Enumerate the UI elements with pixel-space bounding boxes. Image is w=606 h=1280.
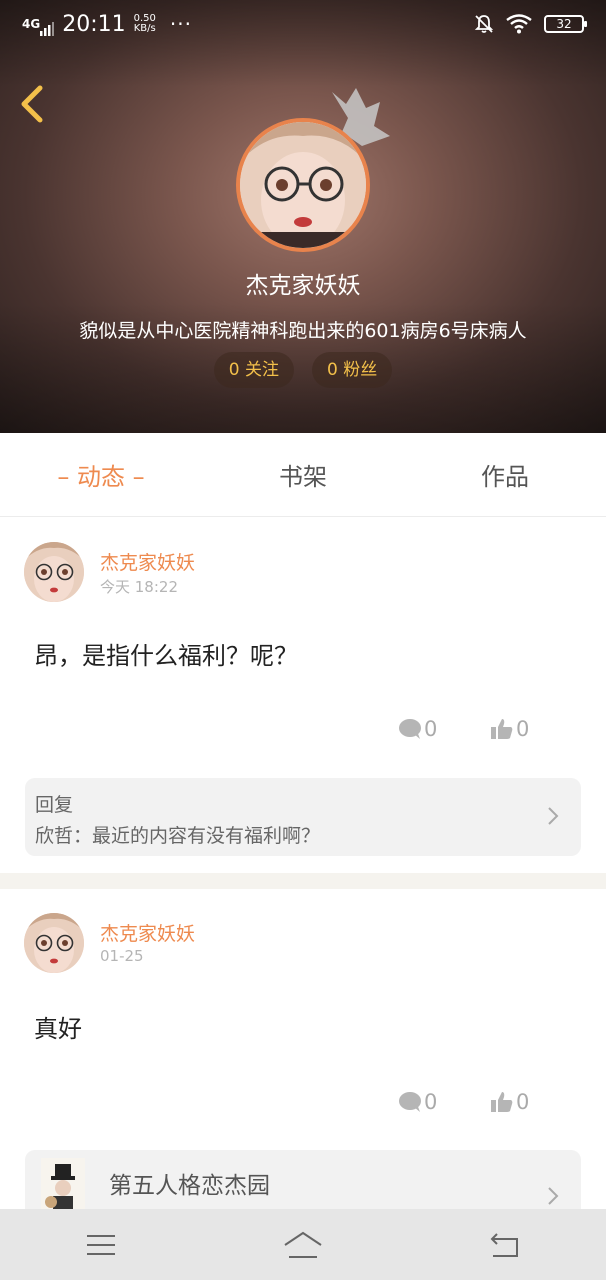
like-button[interactable]: 0 — [490, 717, 529, 741]
comment-count: 0 — [424, 1090, 438, 1114]
comment-button[interactable]: 0 — [398, 1090, 437, 1114]
home-icon — [284, 1231, 322, 1258]
thumbs-up-icon — [491, 1092, 513, 1112]
profile-page: 4G 20:11 0.50 KB/s ··· 32 杰克家妖妖 貌似是从中心医院… — [0, 0, 606, 1280]
profile-stats: 0 关注 0 粉丝 — [0, 352, 606, 388]
comment-bubble-icon — [399, 1092, 421, 1112]
comment-count: 0 — [424, 717, 438, 741]
avatar-image — [24, 913, 84, 973]
menu-icon — [87, 1234, 115, 1255]
chevron-right-icon — [548, 807, 559, 825]
post-card: 杰克家妖妖 今天 18:22 昂，是指什么福利？呢？ 0 0 回复 欣哲：最近的… — [0, 518, 606, 873]
post-content: 真好 — [34, 1015, 82, 1043]
post-card: 杰克家妖妖 01-25 真好 0 0 第五人格恋杰园 — [0, 889, 606, 1240]
chevron-left-icon — [21, 85, 43, 123]
back-button[interactable] — [14, 82, 54, 126]
post-divider — [0, 873, 606, 889]
like-button[interactable]: 0 — [490, 1090, 529, 1114]
post-timestamp: 今天 18:22 — [100, 578, 178, 596]
tab-bookshelf[interactable]: 书架 — [202, 457, 404, 492]
profile-avatar[interactable] — [236, 118, 370, 252]
post-timestamp: 01-25 — [100, 947, 144, 965]
followers-count[interactable]: 0 粉丝 — [312, 352, 393, 388]
comment-bubble-icon — [399, 719, 421, 739]
tab-works[interactable]: 作品 — [404, 457, 606, 492]
chevron-right-icon — [548, 1187, 559, 1205]
following-count[interactable]: 0 关注 — [213, 352, 294, 388]
reply-text: 欣哲：最近的内容有没有福利啊？ — [35, 825, 321, 847]
speed-unit: KB/s — [133, 23, 156, 34]
network-speed: 0.50 KB/s — [134, 14, 156, 34]
post-author-avatar[interactable] — [24, 542, 84, 602]
post-author-avatar[interactable] — [24, 913, 84, 973]
profile-name: 杰克家妖妖 — [245, 273, 361, 299]
wifi-icon — [506, 14, 532, 34]
more-notifications-icon: ··· — [169, 12, 192, 36]
avatar-image — [240, 122, 366, 248]
nav-back-button[interactable] — [475, 1220, 535, 1270]
thumbs-up-icon — [491, 719, 513, 739]
system-nav-bar — [0, 1209, 606, 1280]
profile-header: 4G 20:11 0.50 KB/s ··· 32 杰克家妖妖 貌似是从中心医院… — [0, 0, 606, 433]
like-count: 0 — [516, 1090, 530, 1114]
clock: 20:11 — [62, 11, 126, 37]
tab-activity[interactable]: – 动态 – — [0, 457, 202, 492]
network-indicator: 4G — [22, 17, 41, 31]
battery-indicator: 32 — [544, 15, 587, 33]
profile-tabs: – 动态 – 书架 作品 — [0, 433, 606, 517]
battery-level: 32 — [556, 17, 572, 31]
status-bar: 4G 20:11 0.50 KB/s ··· 32 — [0, 0, 606, 48]
post-content: 昂，是指什么福利？呢？ — [34, 642, 298, 670]
like-count: 0 — [516, 717, 530, 741]
return-icon — [490, 1232, 518, 1257]
comment-button[interactable]: 0 — [398, 717, 437, 741]
nav-home-button[interactable] — [273, 1220, 333, 1270]
mute-bell-icon — [474, 15, 494, 33]
post-author-name[interactable]: 杰克家妖妖 — [100, 548, 195, 575]
book-title: 第五人格恋杰园 — [109, 1173, 270, 1199]
profile-bio: 貌似是从中心医院精神科跑出来的601病房6号床病人 — [79, 320, 527, 342]
signal-icon — [40, 22, 55, 36]
reply-quote[interactable]: 回复 欣哲：最近的内容有没有福利啊？ — [25, 778, 581, 856]
reply-label: 回复 — [35, 794, 74, 816]
avatar-image — [24, 542, 84, 602]
nav-menu-button[interactable] — [71, 1220, 131, 1270]
post-author-name[interactable]: 杰克家妖妖 — [100, 919, 195, 946]
